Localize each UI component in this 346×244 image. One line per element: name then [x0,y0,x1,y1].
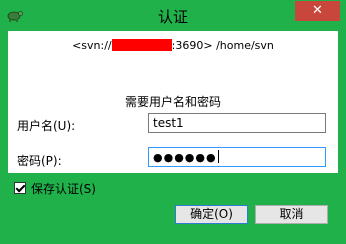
auth-dialog: 认证 ✕ <svn:// :3690> /home/svn 需要用户名和密码 用户… [0,0,346,244]
username-value: test1 [153,116,184,130]
password-label: 密码(P): [17,154,62,168]
save-auth-option[interactable]: 保存认证(S) [14,180,96,196]
dialog-body: <svn:// :3690> /home/svn 需要用户名和密码 用户名(U):… [8,31,338,173]
redacted-host [111,39,172,51]
cancel-button[interactable]: 取消 [255,205,328,224]
username-input[interactable]: test1 [148,113,326,133]
ok-button[interactable]: 确定(O) [175,205,248,224]
close-icon: ✕ [312,3,323,18]
username-label: 用户名(U): [17,119,76,133]
save-auth-label: 保存认证(S) [31,181,96,196]
url-suffix: :3690> /home/svn [171,39,274,52]
close-button[interactable]: ✕ [295,1,340,21]
password-masked-value: ●●●●●● [153,151,217,164]
save-auth-checkbox[interactable] [14,182,26,194]
text-caret [217,150,219,163]
credentials-prompt: 需要用户名和密码 [124,95,221,109]
password-input[interactable]: ●●●●●● [148,147,326,167]
url-prefix: <svn:// [72,39,112,52]
repository-url: <svn:// :3690> /home/svn [8,39,338,52]
title-bar[interactable]: 认证 ✕ [0,0,346,31]
